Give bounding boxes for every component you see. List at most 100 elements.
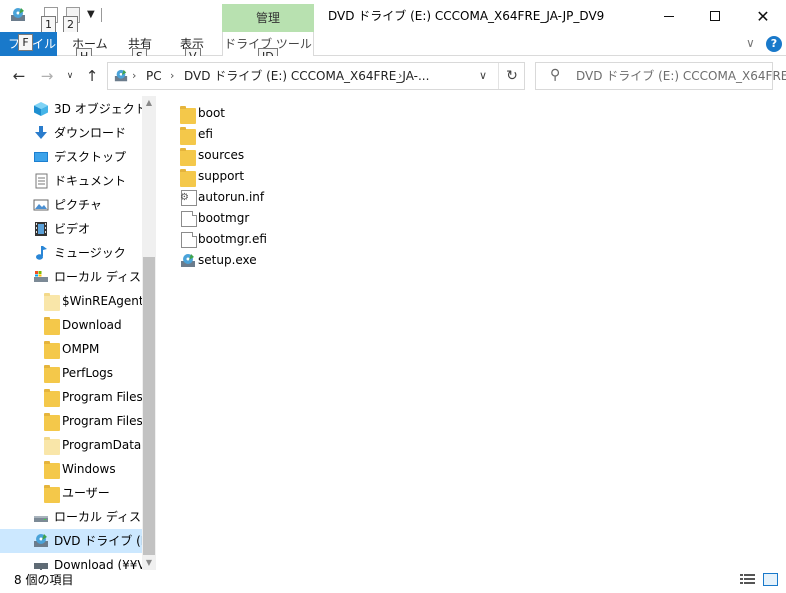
navigation-pane: 3D オブジェクト ダウンロード デスクトップ ドキュメント ピクチャ ビデオ … — [0, 96, 156, 570]
nav-item-label: デスクトップ — [54, 150, 127, 164]
nav-item-winreagent[interactable]: $WinREAgent — [0, 289, 142, 313]
file-name: bootmgr.efi — [198, 232, 267, 246]
nav-item-label: ドキュメント — [54, 174, 127, 188]
nav-item-label: Program Files — [62, 390, 142, 404]
file-name: support — [198, 169, 245, 183]
search-input[interactable]: DVD ドライブ (E:) CCCOMA_X64FRE_J... — [576, 63, 786, 89]
breadcrumb-dvd-drive[interactable]: DVD ドライブ (E:) CCCOMA_X64FRE_JA-... — [184, 63, 429, 89]
settings-file-icon — [180, 190, 197, 206]
context-tab-manage: 管理 — [222, 4, 314, 32]
address-bar[interactable]: › PC › DVD ドライブ (E:) CCCOMA_X64FRE_JA-..… — [107, 62, 525, 90]
nav-item-ompm[interactable]: OMPM — [0, 337, 142, 361]
nav-item-videos[interactable]: ビデオ — [0, 217, 142, 241]
nav-item-label: ミュージック — [54, 246, 126, 260]
file-icon — [181, 232, 197, 248]
app-drive-icon — [11, 8, 25, 21]
nav-item-windows[interactable]: Windows — [0, 457, 142, 481]
nav-item-documents[interactable]: ドキュメント — [0, 169, 142, 193]
nav-item-label: ローカル ディスク (D — [54, 510, 142, 524]
details-view-icon[interactable] — [740, 573, 755, 586]
nav-item-download[interactable]: Download — [0, 313, 142, 337]
downloads-icon — [35, 126, 47, 139]
nav-item-dvd-drive[interactable]: DVD ドライブ (E:) ( — [0, 529, 142, 553]
breadcrumb-pc[interactable]: PC — [146, 63, 162, 89]
music-icon — [36, 246, 47, 260]
file-list: boot efi sources support autorun.inf boo… — [170, 100, 770, 570]
file-name: autorun.inf — [198, 190, 265, 204]
nav-item-pictures[interactable]: ピクチャ — [0, 193, 142, 217]
maximize-button[interactable] — [692, 0, 738, 32]
nav-item-users[interactable]: ユーザー — [0, 481, 142, 505]
close-button[interactable]: ✕ — [740, 0, 786, 32]
help-icon[interactable]: ? — [766, 36, 782, 52]
nav-item-local-disk-c[interactable]: ローカル ディスク (C — [0, 265, 142, 289]
expand-ribbon-chevron-icon[interactable]: ∨ — [746, 36, 755, 50]
folder-icon — [44, 389, 60, 407]
nav-item-label: $WinREAgent — [62, 294, 142, 308]
nav-item-music[interactable]: ミュージック — [0, 241, 142, 265]
documents-icon — [35, 173, 48, 189]
file-name: bootmgr — [198, 211, 250, 225]
status-bar: 8 個の項目 — [0, 570, 786, 593]
search-box[interactable]: ⚲ DVD ドライブ (E:) CCCOMA_X64FRE_J... — [535, 62, 786, 90]
desktop-icon — [34, 152, 48, 162]
nav-item-label: Windows — [62, 462, 116, 476]
nav-item-label: ピクチャ — [54, 198, 102, 212]
nav-item-label: ユーザー — [62, 486, 110, 500]
dvd-drive-icon — [34, 534, 48, 547]
setup-exe-icon — [181, 254, 195, 267]
scroll-up-arrow-icon[interactable]: ▲ — [142, 96, 156, 110]
large-icons-view-icon[interactable] — [763, 573, 778, 586]
up-arrow-icon[interactable]: ↑ — [82, 66, 102, 86]
nav-item-perflogs[interactable]: PerfLogs — [0, 361, 142, 385]
folder-icon — [44, 461, 60, 479]
recent-locations-chevron-icon[interactable]: ∨ — [60, 66, 80, 86]
nav-item-label: DVD ドライブ (E:) ( — [54, 534, 142, 548]
back-arrow-icon[interactable]: ← — [9, 66, 29, 86]
refresh-icon[interactable]: ↻ — [498, 63, 525, 89]
nav-item-program-files-x86[interactable]: Program Files ( — [0, 409, 142, 433]
breadcrumb-separator-icon[interactable]: › — [398, 63, 402, 89]
nav-item-program-files[interactable]: Program Files — [0, 385, 142, 409]
keytip-2: 2 — [63, 16, 78, 33]
forward-arrow-icon[interactable]: → — [37, 66, 57, 86]
folder-icon — [180, 148, 196, 166]
pictures-icon — [33, 199, 49, 211]
breadcrumb-separator-icon[interactable]: › — [170, 63, 174, 89]
maximize-icon — [710, 11, 720, 21]
address-history-chevron-icon[interactable]: ∨ — [470, 63, 496, 89]
folder-icon — [180, 169, 196, 187]
scroll-down-arrow-icon[interactable]: ▼ — [142, 556, 156, 570]
nav-item-downloads[interactable]: ダウンロード — [0, 121, 142, 145]
quick-access-divider — [101, 8, 102, 22]
customize-quick-access-chevron-icon[interactable]: ▼ — [87, 9, 95, 29]
address-drive-icon — [114, 69, 128, 82]
videos-icon — [35, 222, 47, 236]
item-count: 8 個の項目 — [14, 573, 74, 587]
navigation-bar: ← → ∨ ↑ › PC › DVD ドライブ (E:) CCCOMA_X64F… — [0, 56, 786, 96]
nav-item-label: Download — [62, 318, 122, 332]
nav-item-label: ビデオ — [54, 222, 91, 236]
nav-item-label: ProgramData — [62, 438, 142, 452]
network-drive-icon — [34, 563, 48, 570]
keytip-f: F — [18, 34, 33, 51]
file-icon — [181, 211, 197, 227]
minimize-button[interactable] — [646, 0, 692, 32]
folder-icon — [44, 293, 60, 311]
folder-icon — [44, 485, 60, 503]
3d-objects-icon — [34, 102, 48, 116]
nav-item-local-disk-d[interactable]: ローカル ディスク (D — [0, 505, 142, 529]
file-name: setup.exe — [198, 253, 257, 267]
nav-scrollbar-thumb[interactable] — [143, 257, 155, 555]
folder-icon — [44, 437, 60, 455]
nav-item-programdata[interactable]: ProgramData — [0, 433, 142, 457]
nav-item-network-download[interactable]: Download (¥¥VB — [0, 553, 142, 570]
nav-item-label: 3D オブジェクト — [54, 102, 142, 116]
minimize-icon — [664, 15, 674, 17]
nav-item-desktop[interactable]: デスクトップ — [0, 145, 142, 169]
nav-item-label: Program Files ( — [62, 414, 142, 428]
folder-icon — [44, 341, 60, 359]
folder-icon — [180, 127, 196, 145]
nav-item-3d-objects[interactable]: 3D オブジェクト — [0, 97, 142, 121]
breadcrumb-separator-icon[interactable]: › — [132, 63, 136, 89]
